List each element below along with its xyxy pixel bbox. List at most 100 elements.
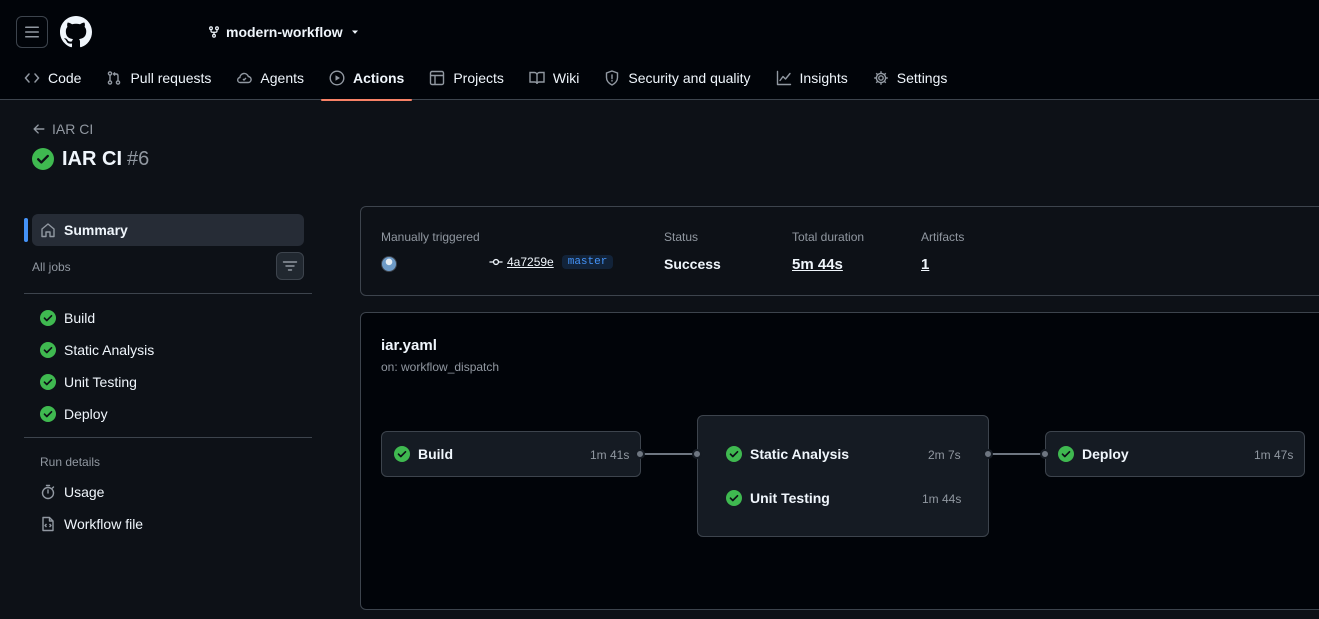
book-icon (529, 71, 545, 85)
tab-wiki[interactable]: Wiki (521, 56, 587, 100)
artifacts-count-link[interactable]: 1 (921, 256, 929, 273)
tab-pull-requests-label: Pull requests (130, 70, 212, 86)
workflow-file-name: iar.yaml (381, 337, 437, 354)
status-section: Status Success (664, 230, 721, 274)
gear-icon (873, 71, 888, 85)
sidebar-job-static-analysis[interactable]: Static Analysis (32, 334, 304, 366)
table-icon (430, 70, 445, 86)
all-jobs-heading: All jobs (32, 260, 71, 274)
tab-projects[interactable]: Projects (421, 56, 512, 100)
status-label: Status (664, 230, 699, 244)
duration-value-link[interactable]: 5m 44s (792, 256, 843, 273)
tab-code[interactable]: Code (16, 56, 89, 100)
sidebar-job-unit-testing[interactable]: Unit Testing (32, 366, 304, 398)
graph-job-name: Deploy (1082, 446, 1129, 462)
tab-pull-requests[interactable]: Pull requests (98, 56, 219, 100)
run-title-text: IAR CI (62, 147, 122, 170)
sidebar-item-workflow-file[interactable]: Workflow file (32, 508, 304, 540)
check-circle-fill-icon (1058, 446, 1074, 462)
pull-request-icon (108, 71, 121, 85)
run-details-heading: Run details (40, 455, 101, 469)
tab-agents[interactable]: Agents (228, 56, 312, 100)
duration-label: Total duration (792, 230, 865, 244)
connector-dot (1040, 449, 1050, 459)
check-circle-fill-icon (40, 406, 56, 422)
artifacts-label: Artifacts (921, 230, 965, 244)
shield-icon (606, 70, 619, 86)
filter-icon (282, 261, 298, 271)
graph-job-unit-testing[interactable]: Unit Testing (726, 489, 830, 507)
github-logo-icon[interactable] (60, 16, 92, 48)
triangle-down-icon (351, 30, 358, 34)
tab-wiki-label: Wiki (552, 70, 580, 86)
commit-sha-link[interactable]: 4a7259e (507, 255, 554, 269)
run-summary-card: Manually triggered Status Success Total … (360, 206, 1319, 296)
file-code-icon (42, 516, 54, 532)
play-icon (329, 70, 345, 86)
sidebar-item-usage[interactable]: Usage (32, 476, 304, 508)
graph-job-group (697, 415, 989, 537)
graph-job-duration: 1m 47s (1254, 448, 1294, 462)
check-circle-fill-icon (726, 446, 742, 462)
home-icon (41, 223, 55, 238)
graph-icon (776, 70, 791, 86)
filter-jobs-button[interactable] (276, 252, 304, 280)
git-commit-icon (489, 258, 503, 266)
trigger-label: Manually triggered (381, 230, 480, 244)
back-to-workflow-link[interactable]: IAR CI (32, 120, 93, 138)
connector-dot (635, 449, 645, 459)
hamburger-icon (25, 26, 39, 38)
sidebar-job-label: Deploy (64, 406, 108, 422)
sidebar-workflow-file-label: Workflow file (64, 516, 144, 532)
run-number: #6 (127, 147, 150, 170)
job-list: Build Static Analysis Unit Testing Deplo… (32, 302, 304, 430)
tab-insights[interactable]: Insights (768, 56, 856, 100)
graph-job-build-label-row[interactable]: Build (394, 445, 453, 463)
graph-job-duration: 1m 44s (922, 492, 962, 506)
agents-icon (237, 72, 253, 84)
back-link-label: IAR CI (52, 121, 94, 137)
global-header: modern-workflow Code Pull requests Agent… (0, 0, 1319, 101)
connector-line (641, 453, 698, 455)
check-circle-fill-icon (394, 446, 410, 462)
check-circle-fill-icon (32, 148, 54, 170)
tab-actions-label: Actions (353, 70, 405, 86)
sidebar-job-deploy[interactable]: Deploy (32, 398, 304, 430)
check-circle-fill-icon (40, 374, 56, 390)
sidebar-summary-label: Summary (64, 222, 128, 238)
graph-job-deploy-label-row[interactable]: Deploy (1058, 445, 1129, 463)
repo-switcher[interactable]: modern-workflow (208, 22, 361, 42)
graph-job-name: Static Analysis (750, 446, 850, 462)
commit-info: 4a7259e master (489, 254, 614, 270)
sidebar-divider (24, 293, 312, 294)
status-value: Success (664, 256, 721, 272)
sidebar-job-label: Static Analysis (64, 342, 155, 358)
sidebar-item-summary[interactable]: Summary (24, 214, 304, 246)
tab-security[interactable]: Security and quality (596, 56, 758, 100)
tab-projects-label: Projects (453, 70, 504, 86)
tab-settings-label: Settings (896, 70, 948, 86)
repo-name: modern-workflow (226, 24, 343, 40)
avatar[interactable] (381, 256, 397, 272)
connector-line (989, 453, 1046, 455)
graph-job-static-analysis[interactable]: Static Analysis (726, 445, 849, 463)
code-icon (24, 73, 40, 83)
check-circle-fill-icon (726, 490, 742, 506)
branch-label[interactable]: master (561, 255, 614, 269)
artifacts-section: Artifacts 1 (921, 230, 964, 274)
check-circle-fill-icon (40, 310, 56, 326)
sidebar-divider (24, 437, 312, 438)
graph-job-duration: 1m 41s (590, 448, 630, 462)
tab-security-label: Security and quality (628, 70, 751, 86)
tab-agents-label: Agents (260, 70, 304, 86)
menu-button[interactable] (16, 16, 48, 48)
page-title: IAR CI #6 (32, 146, 149, 172)
graph-job-name: Unit Testing (750, 490, 830, 506)
tab-actions[interactable]: Actions (321, 56, 413, 101)
check-circle-fill-icon (40, 342, 56, 358)
graph-job-name: Build (418, 446, 453, 462)
sidebar-job-build[interactable]: Build (32, 302, 304, 334)
connector-dot (692, 449, 702, 459)
tab-settings[interactable]: Settings (865, 56, 956, 100)
connector-dot (983, 449, 993, 459)
